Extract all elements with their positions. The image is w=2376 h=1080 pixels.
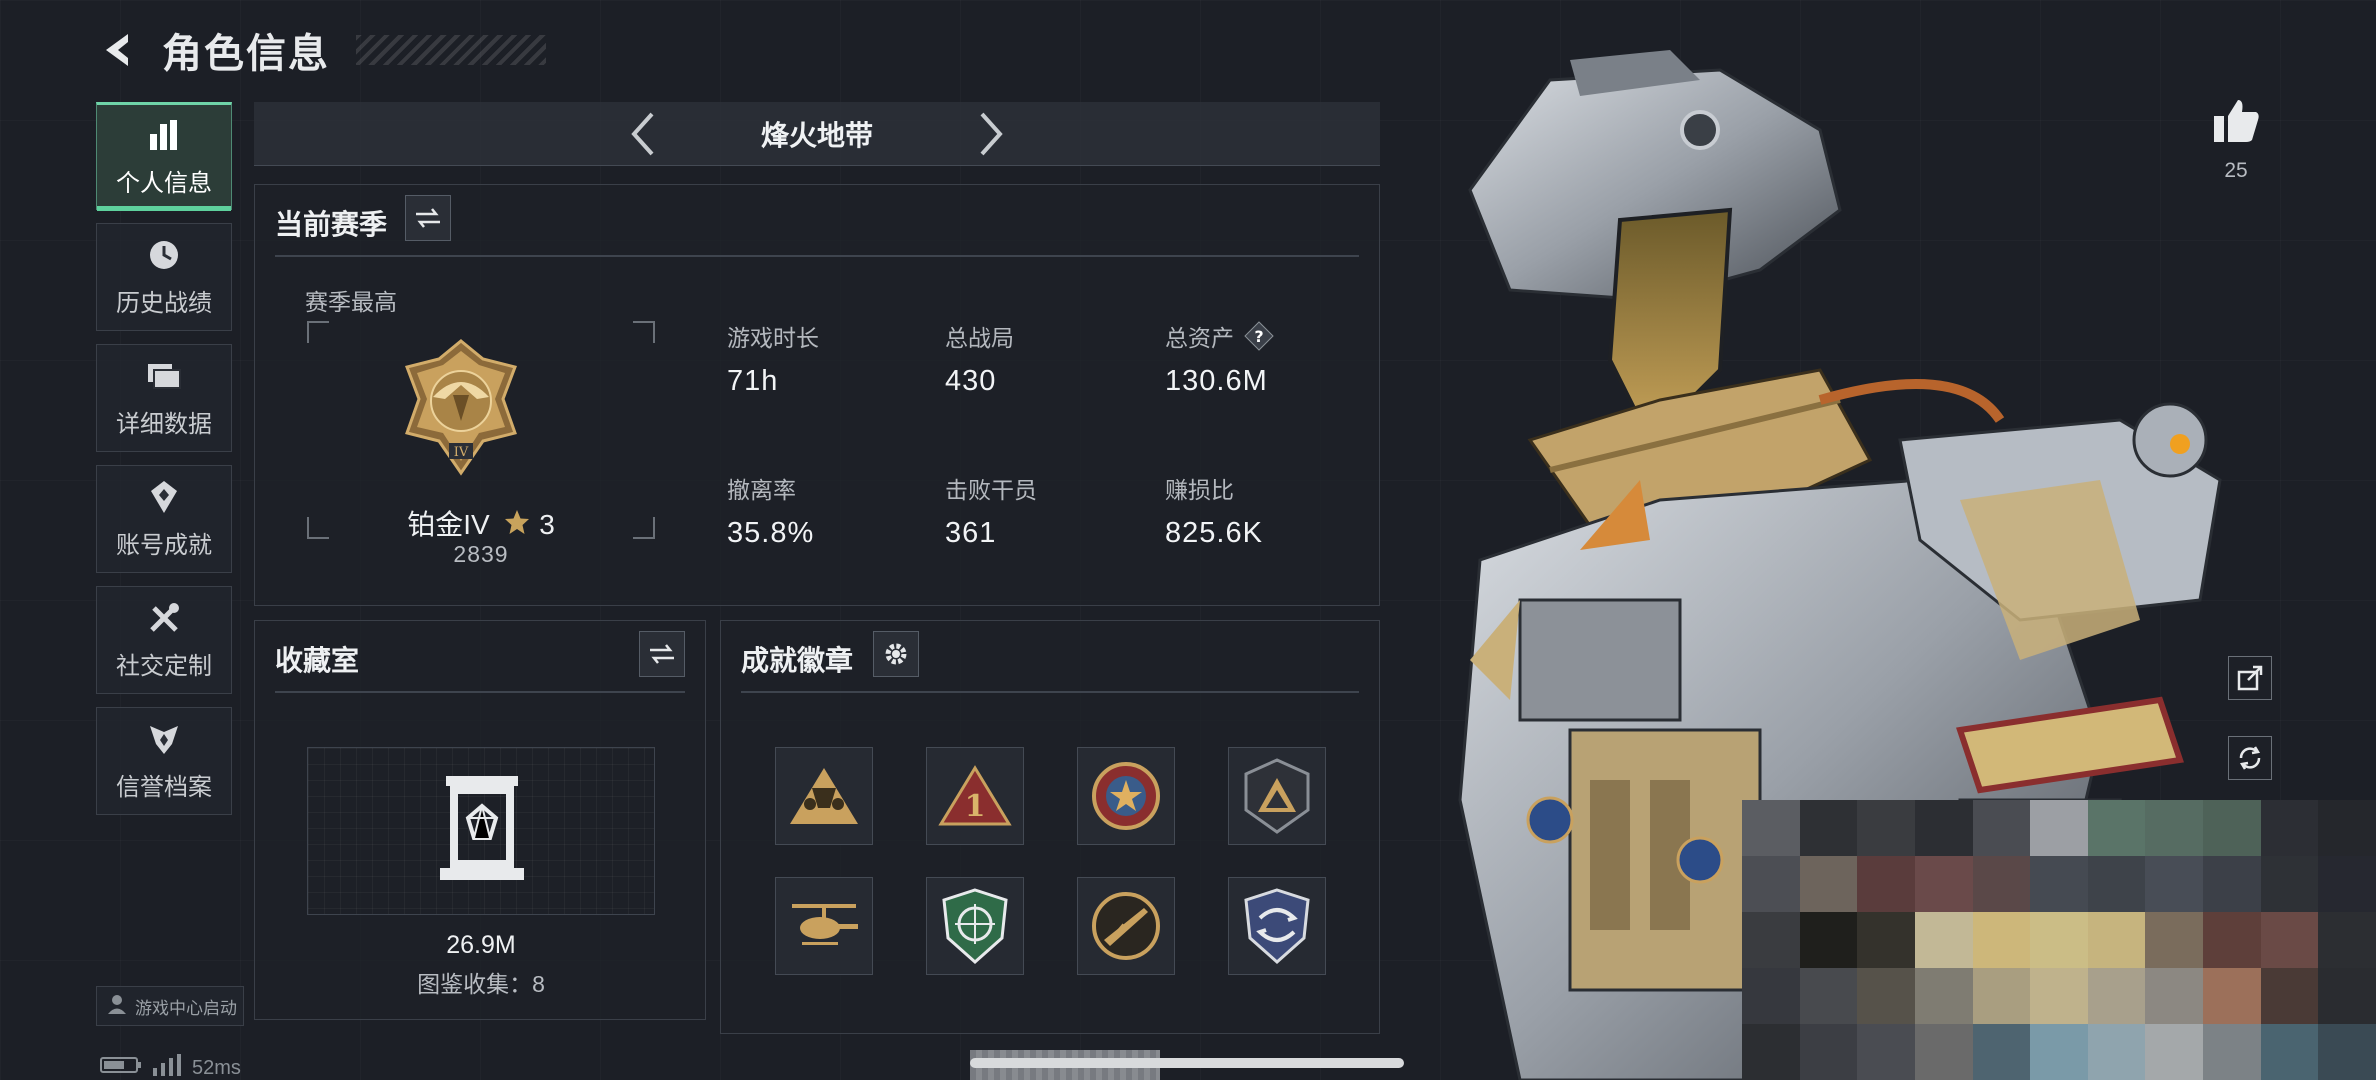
thumbs-up-icon[interactable] bbox=[2206, 98, 2266, 149]
pyramid-badge-icon[interactable] bbox=[1228, 747, 1326, 845]
header: 角色信息 bbox=[96, 18, 546, 82]
display-case-icon bbox=[432, 776, 532, 887]
mode-selector: 烽火地带 bbox=[254, 102, 1380, 166]
next-mode-button[interactable] bbox=[967, 108, 1015, 160]
rank-score: 2839 bbox=[453, 541, 509, 567]
crosshair-shield-badge-icon[interactable] bbox=[926, 877, 1024, 975]
sidebar-item-label: 历史战绩 bbox=[116, 289, 212, 317]
stat-extraction-rate: 撤离率 35.8% bbox=[727, 477, 815, 549]
switch-season-button[interactable] bbox=[405, 195, 451, 241]
badges-title: 成就徽章 bbox=[741, 645, 854, 676]
display-case[interactable] bbox=[307, 747, 655, 915]
rifle-badge-icon[interactable] bbox=[1077, 877, 1175, 975]
season-panel: 当前赛季 赛季最高 IV 铂金IV 3 2839 游戏时长 71h 总战局 43… bbox=[254, 184, 1380, 606]
stat-total-matches: 总战局 430 bbox=[945, 325, 1014, 397]
divider bbox=[741, 691, 1359, 693]
chevron-right-icon bbox=[980, 112, 1003, 155]
refresh-icon bbox=[2239, 746, 2261, 770]
rank-star-count: 3 bbox=[539, 509, 555, 540]
star-emblem-badge-icon[interactable] bbox=[1077, 747, 1175, 845]
swap-arrows-icon bbox=[650, 644, 674, 664]
sidebar-item-history[interactable]: 历史战绩 bbox=[96, 223, 232, 331]
game-center-launch-button[interactable]: 游戏中心启动 bbox=[96, 986, 244, 1026]
sidebar-item-label: 个人信息 bbox=[116, 169, 212, 197]
season-title: 当前赛季 bbox=[275, 209, 388, 240]
page-title: 角色信息 bbox=[162, 32, 330, 76]
bar-chart-icon bbox=[146, 117, 182, 153]
swap-arrows-icon bbox=[416, 208, 440, 228]
sidebar: 个人信息 历史战绩 详细数据 账号成就 社交定制 信誉档案 bbox=[96, 102, 234, 828]
divider bbox=[275, 691, 685, 693]
sidebar-item-personal-info[interactable]: 个人信息 bbox=[96, 102, 232, 211]
signal-icon bbox=[152, 1054, 182, 1080]
home-indicator[interactable] bbox=[970, 1058, 1404, 1068]
divider bbox=[275, 255, 1359, 257]
share-icon bbox=[2237, 665, 2263, 691]
stat-profit-loss-ratio: 赚损比 825.6K bbox=[1165, 477, 1263, 549]
sidebar-item-achievements[interactable]: 账号成就 bbox=[96, 465, 232, 573]
badges-panel: 成就徽章 1 bbox=[720, 620, 1380, 1034]
user-icon bbox=[107, 993, 127, 1020]
collection-panel: 收藏室 26.9M 图鉴收集：8 bbox=[254, 620, 706, 1020]
svg-text:?: ? bbox=[1254, 327, 1263, 346]
pixelated-overlay bbox=[1742, 800, 2376, 1080]
game-center-label: 游戏中心启动 bbox=[135, 998, 237, 1018]
svg-text:1: 1 bbox=[965, 789, 986, 824]
sidebar-item-social[interactable]: 社交定制 bbox=[96, 586, 232, 694]
share-button[interactable] bbox=[2228, 656, 2272, 700]
back-arrow-icon[interactable] bbox=[96, 28, 140, 72]
medal-icon bbox=[146, 479, 182, 515]
gear-icon bbox=[885, 643, 907, 665]
folder-icon bbox=[146, 358, 182, 394]
star-icon bbox=[503, 508, 531, 543]
stat-total-assets: 总资产 ? 130.6M bbox=[1165, 319, 1274, 398]
sidebar-item-detailed-data[interactable]: 详细数据 bbox=[96, 344, 232, 452]
sidebar-item-label: 信誉档案 bbox=[116, 773, 212, 801]
rank-name: 铂金IV 3 bbox=[255, 503, 707, 543]
prev-mode-button[interactable] bbox=[619, 108, 667, 160]
shield-badge-icon bbox=[146, 721, 182, 757]
chevron-left-icon bbox=[631, 112, 654, 155]
helicopter-badge-icon[interactable] bbox=[775, 877, 873, 975]
collection-value: 26.9M bbox=[446, 931, 516, 959]
like-count: 25 bbox=[2224, 159, 2248, 182]
svg-text:IV: IV bbox=[454, 445, 469, 460]
ping-value: 52ms bbox=[192, 1056, 241, 1079]
stat-operators-defeated: 击败干员 361 bbox=[945, 477, 1037, 549]
collection-count: 图鉴收集：8 bbox=[417, 971, 545, 997]
stat-play-time: 游戏时长 71h bbox=[727, 325, 819, 397]
arrows-shield-badge-icon[interactable] bbox=[1228, 877, 1326, 975]
sidebar-item-label: 账号成就 bbox=[116, 531, 212, 559]
rank-emblem-icon: IV bbox=[403, 337, 519, 477]
sidebar-item-label: 社交定制 bbox=[116, 652, 212, 680]
switch-collection-button[interactable] bbox=[639, 631, 685, 677]
rotate-button[interactable] bbox=[2228, 736, 2272, 780]
clock-icon bbox=[146, 237, 182, 273]
like-area: 25 bbox=[2206, 98, 2266, 183]
tools-icon bbox=[146, 600, 182, 636]
number-one-badge-icon[interactable]: 1 bbox=[926, 747, 1024, 845]
title-decoration bbox=[356, 35, 546, 65]
mode-title: 烽火地带 bbox=[760, 119, 873, 151]
stat-label: 总资产 bbox=[1165, 325, 1234, 351]
collection-title: 收藏室 bbox=[275, 645, 360, 676]
status-bar: 52ms bbox=[100, 1054, 241, 1080]
sidebar-item-reputation[interactable]: 信誉档案 bbox=[96, 707, 232, 815]
rank-tier-name: 铂金IV bbox=[407, 509, 490, 540]
season-best-label: 赛季最高 bbox=[305, 289, 397, 315]
badge-settings-button[interactable] bbox=[873, 631, 919, 677]
sidebar-item-label: 详细数据 bbox=[116, 410, 212, 438]
battery-icon bbox=[100, 1056, 142, 1080]
help-icon[interactable]: ? bbox=[1244, 321, 1274, 351]
squad-triangle-badge-icon[interactable] bbox=[775, 747, 873, 845]
